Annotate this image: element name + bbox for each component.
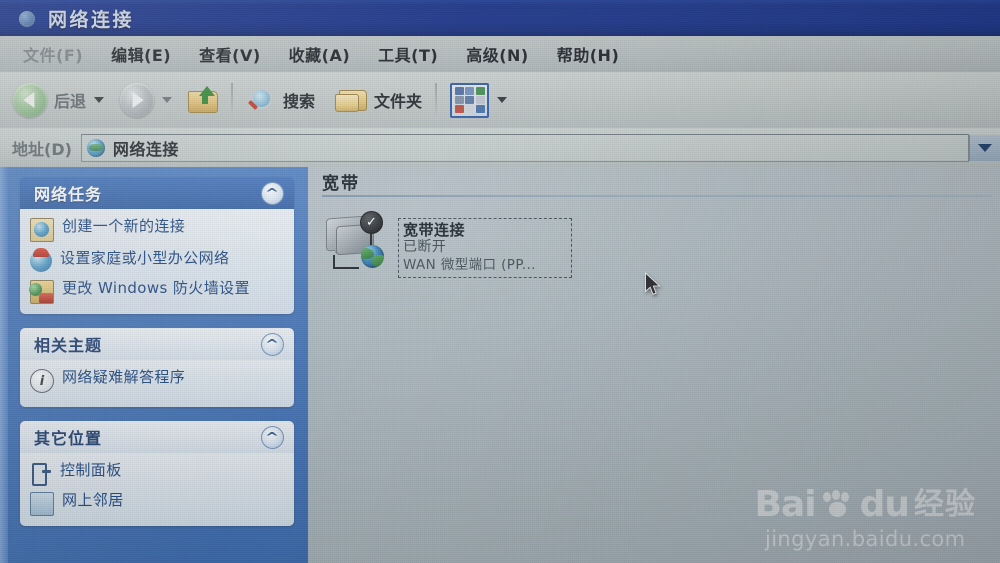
sidebar-item-label: 网络疑难解答程序 xyxy=(62,368,186,386)
watermark: Bai du 经验 jingyan.baidu.com xyxy=(754,484,976,552)
window-network-connections: 网络连接 文件(F) 编辑(E) 查看(V) 收藏(A) 工具(T) 高级(N)… xyxy=(0,0,1000,563)
panel-related-topics-body: i 网络疑难解答程序 xyxy=(20,360,294,407)
panel-other-places-title: 其它位置 xyxy=(34,429,103,448)
group-header-label: 宽带 xyxy=(322,173,360,194)
back-button[interactable]: 后退 xyxy=(8,77,109,123)
window-title: 网络连接 xyxy=(48,8,135,31)
up-button[interactable] xyxy=(183,77,223,123)
views-chevron-down-icon[interactable] xyxy=(497,97,508,103)
folder-icon xyxy=(335,87,368,113)
up-folder-icon xyxy=(188,86,219,114)
sidebar-item-control-panel[interactable]: 控制面板 xyxy=(30,461,286,486)
title-bar[interactable]: 网络连接 xyxy=(0,0,1000,36)
search-button[interactable]: 搜索 xyxy=(241,77,320,123)
globe-icon xyxy=(361,245,384,268)
panel-network-tasks-header[interactable]: 网络任务 ^ xyxy=(20,177,294,209)
sidebar-item-firewall-settings[interactable]: 更改 Windows 防火墙设置 xyxy=(29,279,286,304)
connection-label-block[interactable]: 宽带连接 已断开 WAN 微型端口 (PP... xyxy=(398,218,572,278)
window-globe-icon xyxy=(18,9,37,28)
toolbar: 后退 搜索 文件夹 xyxy=(0,72,1000,129)
menu-item-edit[interactable]: 编辑(E) xyxy=(100,42,182,66)
toolbar-separator-2 xyxy=(435,83,438,117)
panel-network-tasks: 网络任务 ^ 创建一个新的连接 设置家庭或小型办公网络 更改 Windows 防… xyxy=(20,177,294,314)
address-bar-label: 地址(D) xyxy=(12,139,72,159)
connection-name: 宽带连接 xyxy=(403,221,466,239)
task-pane-sidebar: 网络任务 ^ 创建一个新的连接 设置家庭或小型办公网络 更改 Windows 防… xyxy=(0,167,308,563)
menu-item-tools[interactable]: 工具(T) xyxy=(367,42,449,66)
list-item[interactable]: ✓ 宽带连接 已断开 WAN 微型端口 (PP... xyxy=(324,211,572,278)
checkmark-badge-icon: ✓ xyxy=(360,211,383,234)
connection-status: 已断开 xyxy=(403,239,447,256)
chevron-down-icon xyxy=(978,143,992,152)
search-icon xyxy=(246,86,276,114)
menu-item-file[interactable]: 文件(F) xyxy=(12,42,94,66)
watermark-url: jingyan.baidu.com xyxy=(764,527,966,551)
panel-related-topics-header[interactable]: 相关主题 ^ xyxy=(20,328,294,360)
control-panel-icon xyxy=(30,462,52,486)
chevron-up-icon[interactable]: ^ xyxy=(261,181,284,205)
menu-item-view[interactable]: 查看(V) xyxy=(188,42,272,66)
chevron-up-icon[interactable]: ^ xyxy=(261,332,284,356)
menu-item-favorites[interactable]: 收藏(A) xyxy=(278,42,362,66)
sidebar-item-label: 设置家庭或小型办公网络 xyxy=(60,249,230,267)
back-history-chevron-down-icon[interactable] xyxy=(94,97,105,103)
connection-device: WAN 微型端口 (PP... xyxy=(403,256,536,273)
toolbar-separator xyxy=(231,83,234,117)
panel-other-places-header[interactable]: 其它位置 ^ xyxy=(20,421,294,453)
watermark-brand: Bai xyxy=(754,484,817,525)
panel-other-places-body: 控制面板 网上邻居 xyxy=(20,453,294,526)
panel-other-places: 其它位置 ^ 控制面板 网上邻居 xyxy=(20,421,294,526)
forward-button[interactable] xyxy=(115,77,177,123)
forward-history-chevron-down-icon[interactable] xyxy=(162,97,173,103)
sidebar-item-network-troubleshooter[interactable]: i 网络疑难解答程序 xyxy=(30,368,286,393)
views-button[interactable] xyxy=(445,77,512,123)
sidebar-item-label: 创建一个新的连接 xyxy=(62,217,186,235)
arrow-pointer-icon xyxy=(645,272,661,295)
group-header-broadband: 宽带 xyxy=(322,167,992,195)
forward-arrow-icon xyxy=(120,83,155,117)
paw-icon xyxy=(821,490,855,520)
address-globe-icon xyxy=(86,138,105,157)
firewall-icon xyxy=(29,280,54,304)
group-divider xyxy=(322,195,992,197)
folders-button-label: 文件夹 xyxy=(374,92,423,111)
panel-related-topics: 相关主题 ^ i 网络疑难解答程序 xyxy=(20,328,294,407)
sidebar-item-label: 更改 Windows 防火墙设置 xyxy=(62,279,250,297)
new-connection-icon xyxy=(30,218,54,242)
menu-item-help[interactable]: 帮助(H) xyxy=(546,42,631,66)
watermark-suffix: 经验 xyxy=(914,487,976,522)
address-bar: 地址(D) 网络连接 xyxy=(0,128,1000,168)
back-arrow-icon xyxy=(13,83,47,117)
address-value: 网络连接 xyxy=(112,139,179,159)
menu-bar: 文件(F) 编辑(E) 查看(V) 收藏(A) 工具(T) 高级(N) 帮助(H… xyxy=(0,36,1000,73)
info-icon: i xyxy=(30,369,54,393)
sidebar-item-home-network-setup[interactable]: 设置家庭或小型办公网络 xyxy=(30,248,286,272)
folders-button[interactable]: 文件夹 xyxy=(330,77,427,123)
back-button-label: 后退 xyxy=(54,92,87,111)
broadband-connection-icon: ✓ xyxy=(324,211,386,273)
sidebar-item-new-connection[interactable]: 创建一个新的连接 xyxy=(30,217,286,242)
watermark-brand2: du xyxy=(859,484,910,525)
home-network-icon xyxy=(30,248,52,272)
panel-network-tasks-body: 创建一个新的连接 设置家庭或小型办公网络 更改 Windows 防火墙设置 xyxy=(20,209,294,314)
panel-network-tasks-title: 网络任务 xyxy=(34,185,103,204)
address-dropdown-button[interactable] xyxy=(969,134,1000,161)
sidebar-item-network-places[interactable]: 网上邻居 xyxy=(30,491,286,516)
search-button-label: 搜索 xyxy=(283,92,316,111)
sidebar-item-label: 控制面板 xyxy=(60,461,122,479)
views-icon xyxy=(450,82,490,118)
network-places-icon xyxy=(30,492,54,516)
sidebar-item-label: 网上邻居 xyxy=(62,491,124,509)
panel-related-topics-title: 相关主题 xyxy=(34,336,103,355)
address-input[interactable]: 网络连接 xyxy=(80,133,969,162)
menu-item-advanced[interactable]: 高级(N) xyxy=(455,42,540,66)
chevron-up-icon[interactable]: ^ xyxy=(261,425,284,449)
